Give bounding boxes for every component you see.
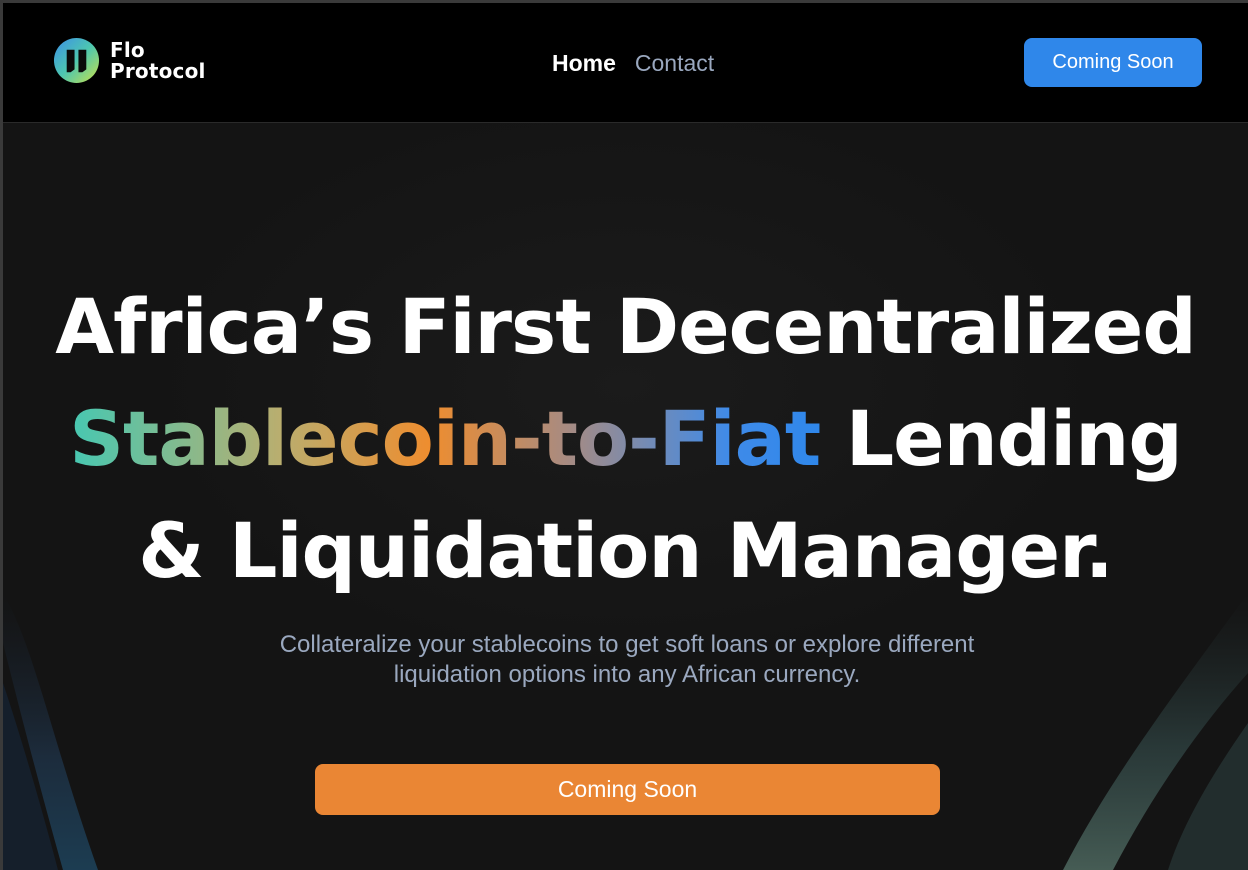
hero-coming-soon-button[interactable]: Coming Soon [315, 764, 940, 815]
headline-line-2: Stablecoin-to-Fiat Lending [3, 383, 1248, 495]
headline-gradient-text: Stablecoin-to-Fiat [69, 394, 821, 483]
main-nav: Home Contact [552, 49, 714, 77]
hero-section: Africa’s First Decentralized Stablecoin-… [3, 123, 1248, 870]
brand-name: Flo Protocol [110, 37, 206, 83]
top-navbar: Flo Protocol Home Contact Coming Soon [3, 3, 1248, 123]
flo-protocol-logo-icon [53, 37, 100, 84]
hero-subtitle: Collateralize your stablecoins to get so… [279, 631, 975, 688]
browser-viewport: Flo Protocol Home Contact Coming Soon Af… [0, 0, 1248, 870]
brand-name-line2: Protocol [110, 58, 206, 83]
headline-line-1: Africa’s First Decentralized [55, 282, 1197, 371]
headline-line-3: & Liquidation Manager. [138, 506, 1113, 595]
headline-line-2-rest: Lending [820, 394, 1183, 483]
nav-coming-soon-button[interactable]: Coming Soon [1024, 38, 1202, 87]
hero-headline: Africa’s First Decentralized Stablecoin-… [3, 271, 1248, 607]
nav-contact-link[interactable]: Contact [635, 49, 714, 77]
brand-name-line1: Flo [110, 37, 145, 62]
brand-logo[interactable]: Flo Protocol [53, 37, 206, 84]
nav-home-link[interactable]: Home [552, 49, 616, 77]
